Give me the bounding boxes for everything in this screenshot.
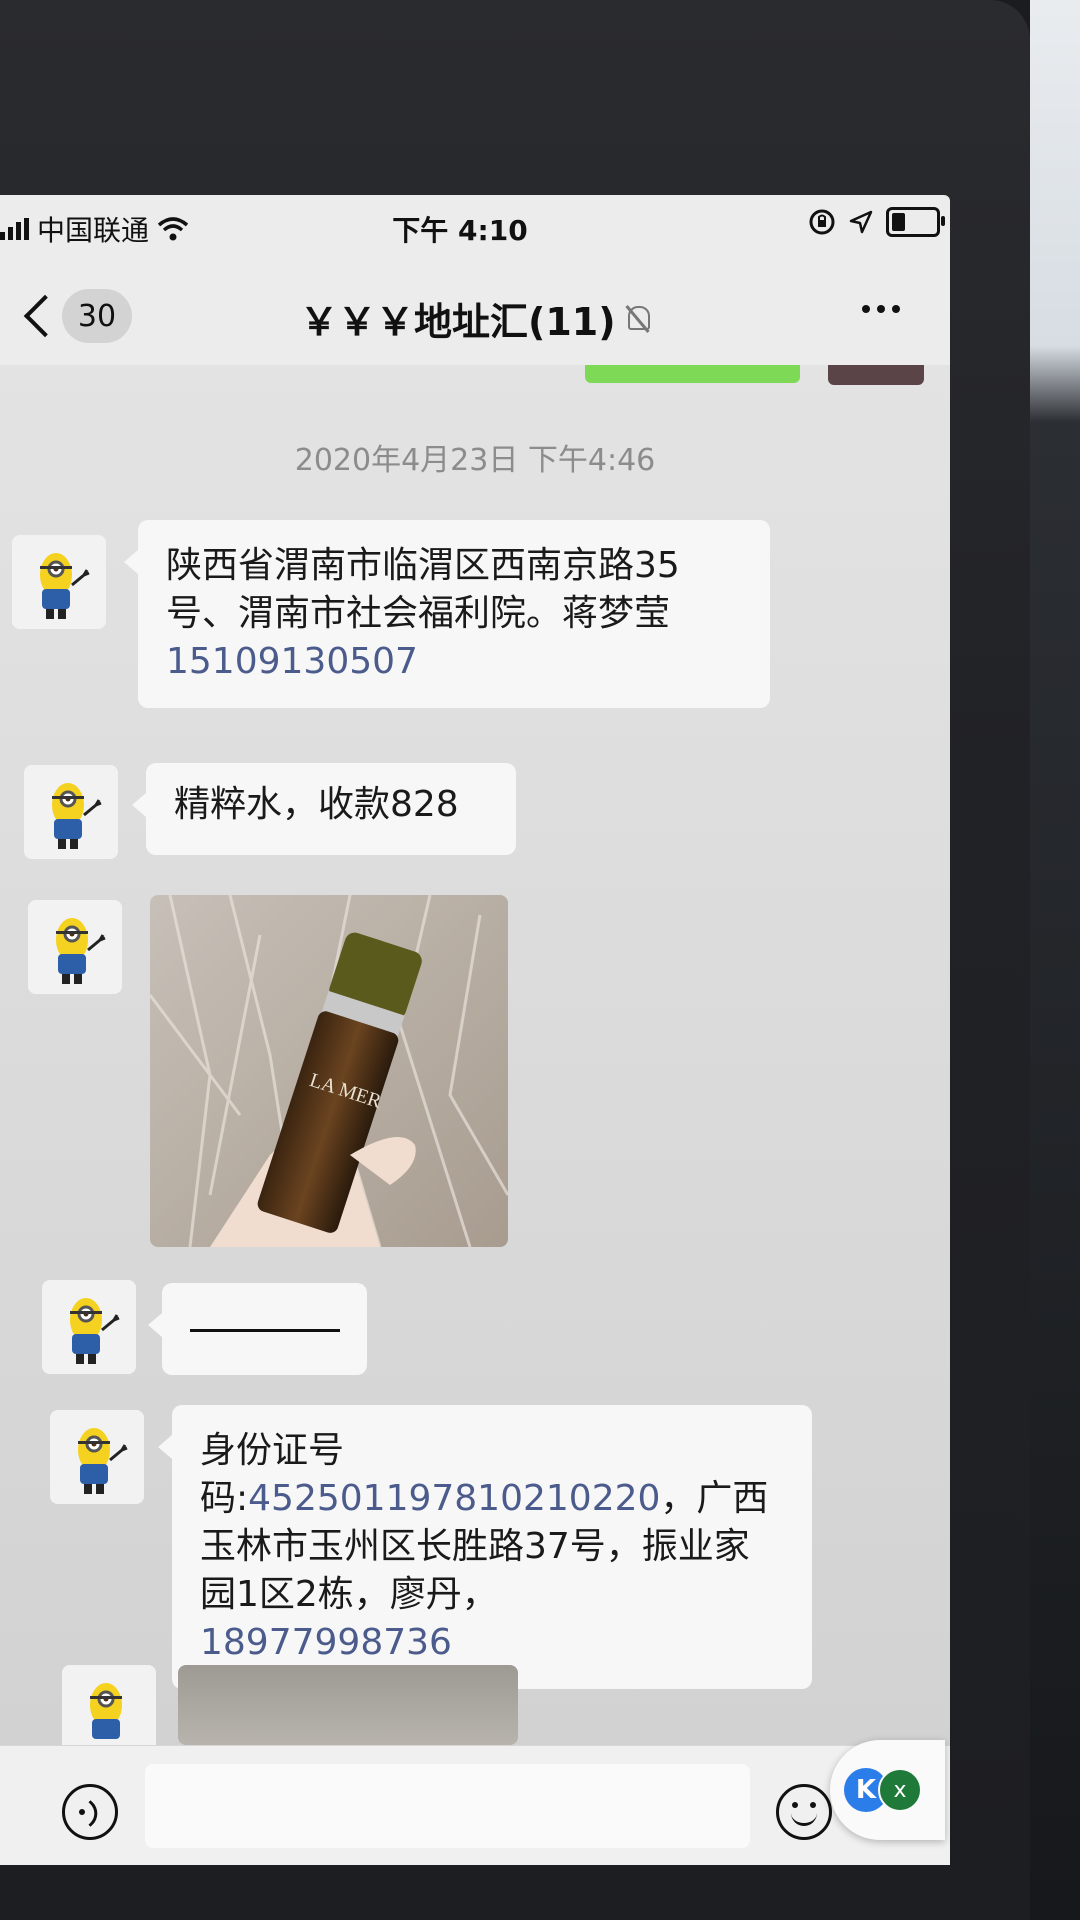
voice-input-icon[interactable] xyxy=(62,1784,118,1840)
emoji-icon[interactable] xyxy=(776,1784,832,1840)
message-input[interactable] xyxy=(145,1764,750,1848)
message-text: 陕西省渭南市临渭区西南京路35号、渭南市社会福利院。蒋梦莹 xyxy=(166,545,680,634)
more-options-icon[interactable] xyxy=(862,305,900,313)
text-message-bubble[interactable]: 精粹水，收款828 xyxy=(132,763,516,855)
sender-avatar[interactable] xyxy=(42,1280,136,1374)
previous-sent-bubble[interactable] xyxy=(585,365,800,383)
unread-count-badge[interactable]: 30 xyxy=(62,289,132,343)
minion-avatar-icon xyxy=(50,1410,144,1504)
id-number-link[interactable]: 452501197810210220 xyxy=(248,1478,660,1519)
minion-avatar-icon xyxy=(62,1665,156,1745)
status-time: 下午 4:10 xyxy=(392,214,528,247)
floating-app-overlay[interactable]: K x xyxy=(830,1740,945,1840)
chat-header: 30 ￥￥￥地址汇(11) xyxy=(0,259,950,365)
image-message[interactable] xyxy=(178,1665,518,1745)
minion-avatar-icon xyxy=(28,900,122,994)
sender-avatar[interactable] xyxy=(50,1410,144,1504)
phone-number-link[interactable]: 15109130507 xyxy=(166,641,418,682)
close-overlay-icon[interactable]: x xyxy=(878,1768,922,1812)
chat-title-text: ￥￥￥地址汇(11) xyxy=(300,300,616,344)
battery-icon xyxy=(886,207,945,237)
sender-avatar[interactable] xyxy=(24,765,118,859)
sender-avatar[interactable] xyxy=(62,1665,156,1745)
dash-line xyxy=(190,1328,340,1332)
text-message-bubble[interactable]: 身份证号码:452501197810210220，广西玉林市玉州区长胜路37号，… xyxy=(158,1405,812,1689)
location-icon xyxy=(849,210,873,234)
phone-screen: 中国联通 下午 4:10 30 ￥￥￥地址汇(11) 2020年4月23日 下午… xyxy=(0,195,950,1865)
background-desk xyxy=(1030,0,1080,1920)
message-list[interactable]: 2020年4月23日 下午4:46 陕西省渭南市临渭区西南京路35号、渭南市社会… xyxy=(0,365,950,1745)
text-message-bubble[interactable]: 陕西省渭南市临渭区西南京路35号、渭南市社会福利院。蒋梦莹 1510913050… xyxy=(124,520,770,708)
minion-avatar-icon xyxy=(12,535,106,629)
rotation-lock-icon xyxy=(809,209,835,235)
previous-sender-avatar[interactable] xyxy=(828,365,924,385)
message-input-bar xyxy=(0,1745,950,1865)
sender-avatar[interactable] xyxy=(12,535,106,629)
chat-title: ￥￥￥地址汇(11) xyxy=(300,291,652,346)
message-timestamp: 2020年4月23日 下午4:46 xyxy=(294,443,656,478)
back-chevron-icon[interactable] xyxy=(18,289,58,339)
message-text: 精粹水，收款828 xyxy=(174,784,459,825)
minion-avatar-icon xyxy=(24,765,118,859)
product-photo: LA MER xyxy=(150,895,508,1247)
status-bar: 中国联通 下午 4:10 xyxy=(0,195,950,259)
text-message-bubble[interactable] xyxy=(148,1283,367,1375)
mute-bell-icon xyxy=(624,304,652,334)
phone-number-link[interactable]: 18977998736 xyxy=(200,1622,452,1663)
sender-avatar[interactable] xyxy=(28,900,122,994)
image-message[interactable]: LA MER xyxy=(150,895,508,1247)
minion-avatar-icon xyxy=(42,1280,136,1374)
status-right xyxy=(808,207,945,237)
